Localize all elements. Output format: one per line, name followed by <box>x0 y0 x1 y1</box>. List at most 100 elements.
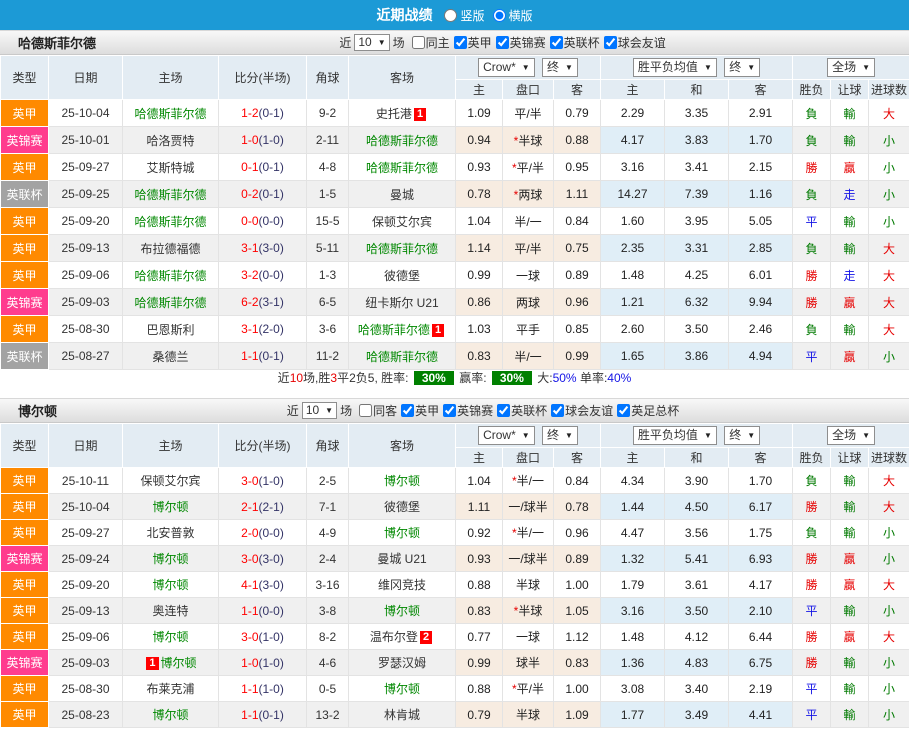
league-checkbox[interactable] <box>617 404 631 417</box>
team-name[interactable]: 奥连特 <box>152 604 188 618</box>
away-team-cell[interactable]: 曼城 U21 <box>348 545 456 572</box>
away-team-cell[interactable]: 博尔顿 <box>348 675 456 702</box>
home-team-cell[interactable]: 博尔顿 <box>122 571 219 598</box>
away-team-cell[interactable]: 林肯城 <box>348 701 456 728</box>
team-name[interactable]: 巴恩斯利 <box>146 323 194 337</box>
match-count-select[interactable]: 10 ▼ <box>354 34 390 51</box>
league-checkbox[interactable] <box>497 404 511 417</box>
final-odds-select[interactable]: 终 ▼ <box>724 426 761 445</box>
away-team-cell[interactable]: 罗瑟汉姆 <box>348 649 456 676</box>
team-name[interactable]: 哈德斯菲尔德 <box>366 350 438 364</box>
home-team-cell[interactable]: 巴恩斯利 <box>122 315 219 343</box>
league-filter-option[interactable]: 英甲 <box>450 34 492 51</box>
team-name[interactable]: 博尔顿 <box>152 630 188 644</box>
league-filter-option[interactable]: 球会友谊 <box>547 402 613 419</box>
team-name[interactable]: 曼城 <box>390 188 414 202</box>
away-team-cell[interactable]: 维冈竞技 <box>348 571 456 598</box>
avg-select[interactable]: 胜平负均值 ▼ <box>632 58 717 77</box>
team-name[interactable]: 北安普敦 <box>146 526 194 540</box>
score-cell[interactable]: 1-2(0-1) <box>218 99 307 127</box>
away-team-cell[interactable]: 纽卡斯尔 U21 <box>348 288 456 316</box>
away-team-cell[interactable]: 哈德斯菲尔德 <box>348 153 456 181</box>
away-team-cell[interactable]: 史托港 1 <box>348 99 456 127</box>
layout-radio[interactable] <box>444 8 458 22</box>
league-filter-option[interactable]: 英联杯 <box>546 34 600 51</box>
score-cell[interactable]: 3-1(2-0) <box>218 315 307 343</box>
team-name[interactable]: 博尔顿 <box>384 474 420 488</box>
score-cell[interactable]: 1-0(1-0) <box>218 649 307 676</box>
league-checkbox[interactable] <box>549 36 563 49</box>
away-team-cell[interactable]: 温布尔登 2 <box>348 623 456 650</box>
final-odds-select[interactable]: 终 ▼ <box>542 58 578 77</box>
team-name[interactable]: 罗瑟汉姆 <box>378 656 426 670</box>
home-team-cell[interactable]: 博尔顿 <box>122 701 219 728</box>
final-odds-select[interactable]: 终 ▼ <box>542 426 578 445</box>
team-name[interactable]: 博尔顿 <box>384 526 420 540</box>
team-name[interactable]: 布拉德福德 <box>140 242 200 256</box>
score-cell[interactable]: 3-1(3-0) <box>218 234 307 262</box>
team-name[interactable]: 史托港 <box>376 107 412 121</box>
team-name[interactable]: 温布尔登 <box>370 630 418 644</box>
score-cell[interactable]: 3-0(1-0) <box>218 623 307 650</box>
home-team-cell[interactable]: 哈德斯菲尔德 <box>122 288 219 316</box>
layout-radio[interactable] <box>492 8 506 22</box>
away-team-cell[interactable]: 博尔顿 <box>348 467 456 494</box>
away-team-cell[interactable]: 彼德堡 <box>348 493 456 520</box>
score-cell[interactable]: 3-0(1-0) <box>218 467 307 494</box>
team-name[interactable]: 保顿艾尔宾 <box>140 474 200 488</box>
team-name[interactable]: 博尔顿 <box>384 682 420 696</box>
team-name[interactable]: 曼城 U21 <box>377 552 426 566</box>
team-name[interactable]: 博尔顿 <box>384 604 420 618</box>
league-filter-option[interactable]: 英联杯 <box>493 402 547 419</box>
team-name[interactable]: 哈德斯菲尔德 <box>134 269 206 283</box>
team-name[interactable]: 哈德斯菲尔德 <box>134 107 206 121</box>
home-team-cell[interactable]: 哈德斯菲尔德 <box>122 180 219 208</box>
score-cell[interactable]: 0-1(0-1) <box>218 153 307 181</box>
league-filter-option[interactable]: 同主 <box>408 34 450 51</box>
away-team-cell[interactable]: 哈德斯菲尔德 <box>348 126 456 154</box>
team-name[interactable]: 博尔顿 <box>152 500 188 514</box>
home-team-cell[interactable]: 博尔顿 <box>122 545 219 572</box>
league-filter-option[interactable]: 英甲 <box>397 402 439 419</box>
home-team-cell[interactable]: 哈德斯菲尔德 <box>122 99 219 127</box>
team-name[interactable]: 彼德堡 <box>384 269 420 283</box>
team-name[interactable]: 纽卡斯尔 U21 <box>365 296 438 310</box>
scope-select[interactable]: 全场 ▼ <box>827 58 876 77</box>
league-checkbox[interactable] <box>401 404 415 417</box>
score-cell[interactable]: 1-0(1-0) <box>218 126 307 154</box>
score-cell[interactable]: 3-2(0-0) <box>218 261 307 289</box>
team-name[interactable]: 哈洛贾特 <box>146 134 194 148</box>
league-checkbox[interactable] <box>495 36 509 49</box>
team-name[interactable]: 哈德斯菲尔德 <box>366 161 438 175</box>
avg-select[interactable]: 胜平负均值 ▼ <box>632 426 717 445</box>
score-cell[interactable]: 1-1(1-0) <box>218 675 307 702</box>
score-cell[interactable]: 1-1(0-1) <box>218 342 307 370</box>
team-name[interactable]: 布莱克浦 <box>146 682 194 696</box>
team-name[interactable]: 博尔顿 <box>152 708 188 722</box>
home-team-cell[interactable]: 奥连特 <box>122 597 219 624</box>
away-team-cell[interactable]: 保顿艾尔宾 <box>348 207 456 235</box>
home-team-cell[interactable]: 布拉德福德 <box>122 234 219 262</box>
final-odds-select[interactable]: 终 ▼ <box>724 58 761 77</box>
league-checkbox[interactable] <box>453 36 467 49</box>
team-name[interactable]: 哈德斯菲尔德 <box>366 242 438 256</box>
league-filter-option[interactable]: 英足总杯 <box>613 402 679 419</box>
home-team-cell[interactable]: 桑德兰 <box>122 342 219 370</box>
score-cell[interactable]: 2-1(2-1) <box>218 493 307 520</box>
score-cell[interactable]: 4-1(3-0) <box>218 571 307 598</box>
league-checkbox[interactable] <box>359 404 373 417</box>
team-name[interactable]: 哈德斯菲尔德 <box>358 323 430 337</box>
home-team-cell[interactable]: 哈洛贾特 <box>122 126 219 154</box>
away-team-cell[interactable]: 哈德斯菲尔德 <box>348 234 456 262</box>
score-cell[interactable]: 3-0(3-0) <box>218 545 307 572</box>
home-team-cell[interactable]: 布莱克浦 <box>122 675 219 702</box>
league-checkbox[interactable] <box>551 404 565 417</box>
scope-select[interactable]: 全场 ▼ <box>827 426 876 445</box>
away-team-cell[interactable]: 曼城 <box>348 180 456 208</box>
bookmaker-select[interactable]: Crow* ▼ <box>478 58 535 77</box>
team-name[interactable]: 博尔顿 <box>152 552 188 566</box>
match-count-select[interactable]: 10 ▼ <box>301 402 338 419</box>
team-name[interactable]: 桑德兰 <box>152 350 188 364</box>
home-team-cell[interactable]: 博尔顿 <box>122 493 219 520</box>
away-team-cell[interactable]: 哈德斯菲尔德 1 <box>348 315 456 343</box>
